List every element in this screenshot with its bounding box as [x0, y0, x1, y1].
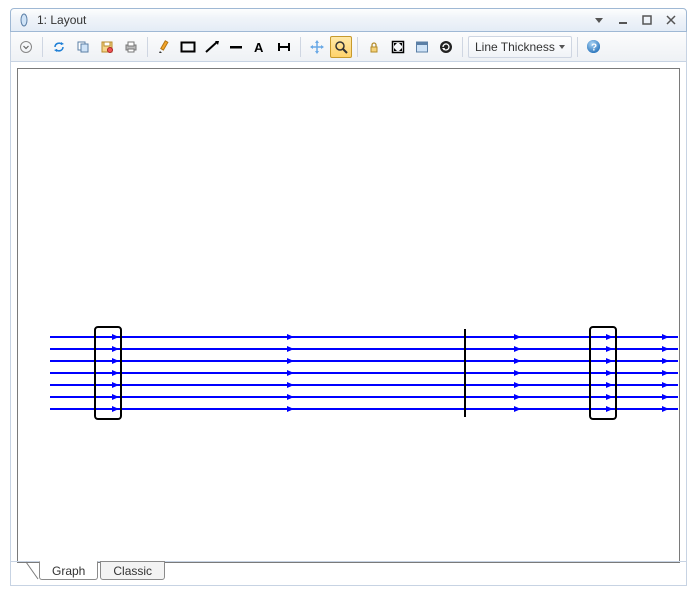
tab-notch-icon: [25, 562, 39, 580]
tabstrip: Graph Classic: [10, 562, 687, 586]
save-button[interactable]: [96, 36, 118, 58]
copy-button[interactable]: [72, 36, 94, 58]
svg-text:?: ?: [591, 43, 597, 54]
svg-text:A: A: [254, 40, 264, 54]
optical-layout-diagram: [18, 69, 678, 561]
toolbar: A Line Thickness ?: [10, 32, 687, 62]
refresh-view-button[interactable]: [435, 36, 457, 58]
dash-tool-button[interactable]: [225, 36, 247, 58]
rectangle-tool-button[interactable]: [177, 36, 199, 58]
line-tool-button[interactable]: [201, 36, 223, 58]
tab-graph[interactable]: Graph: [39, 561, 98, 580]
refresh-button[interactable]: [48, 36, 70, 58]
help-button[interactable]: ?: [583, 36, 605, 58]
line-thickness-dropdown[interactable]: Line Thickness: [468, 36, 572, 58]
maximize-button[interactable]: [638, 12, 656, 28]
pencil-button[interactable]: [153, 36, 175, 58]
chevron-down-icon: [559, 45, 565, 49]
close-button[interactable]: [662, 12, 680, 28]
lock-button[interactable]: [363, 36, 385, 58]
print-button[interactable]: [120, 36, 142, 58]
titlebar: 1: Layout: [10, 8, 687, 32]
expand-button[interactable]: [15, 36, 37, 58]
move-tool-button[interactable]: [306, 36, 328, 58]
tab-classic[interactable]: Classic: [100, 561, 165, 580]
dropdown-button[interactable]: [590, 12, 608, 28]
layout-canvas[interactable]: [17, 68, 680, 561]
window-layout-button[interactable]: [411, 36, 433, 58]
minimize-button[interactable]: [614, 12, 632, 28]
line-thickness-label: Line Thickness: [475, 40, 555, 54]
app-icon: [17, 13, 31, 27]
text-tool-button[interactable]: A: [249, 36, 271, 58]
dimension-tool-button[interactable]: [273, 36, 295, 58]
zoom-tool-button[interactable]: [330, 36, 352, 58]
fit-view-button[interactable]: [387, 36, 409, 58]
window-title: 1: Layout: [37, 13, 86, 27]
